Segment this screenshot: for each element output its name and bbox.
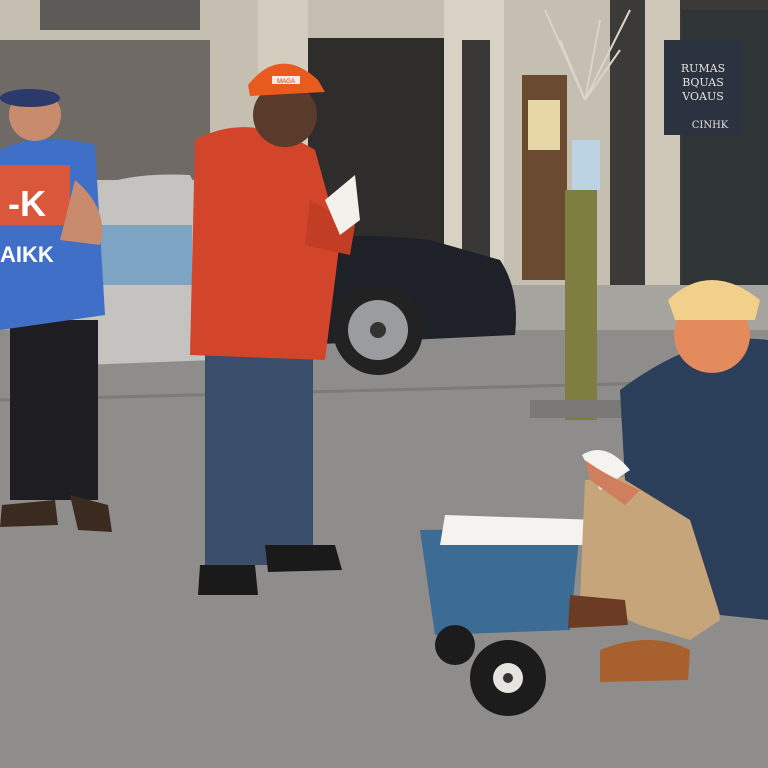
street-scene: RUMAS BQUAS VOAUS CINHK -K AIKK MAGA: [0, 0, 768, 768]
window-right: [462, 40, 490, 260]
shirt-print-line1: -K: [8, 183, 46, 224]
shirt-print-line2: AIKK: [0, 242, 54, 267]
person-blue-shirt: -K AIKK: [0, 89, 112, 532]
pole-sticker: [572, 140, 600, 190]
storefront-window-left-upper: [40, 0, 200, 30]
store-sign-line3: VOAUS: [681, 90, 724, 103]
store-sign-line4: CINHK: [692, 120, 729, 131]
cap-badge: MAGA: [277, 79, 295, 85]
store-sign-line1: RUMAS: [681, 62, 725, 75]
poster-accent: [528, 100, 560, 150]
photo-canvas: RUMAS BQUAS VOAUS CINHK -K AIKK MAGA: [0, 0, 768, 768]
store-sign-line2: BQUAS: [682, 76, 724, 89]
street-pole: [565, 190, 597, 420]
